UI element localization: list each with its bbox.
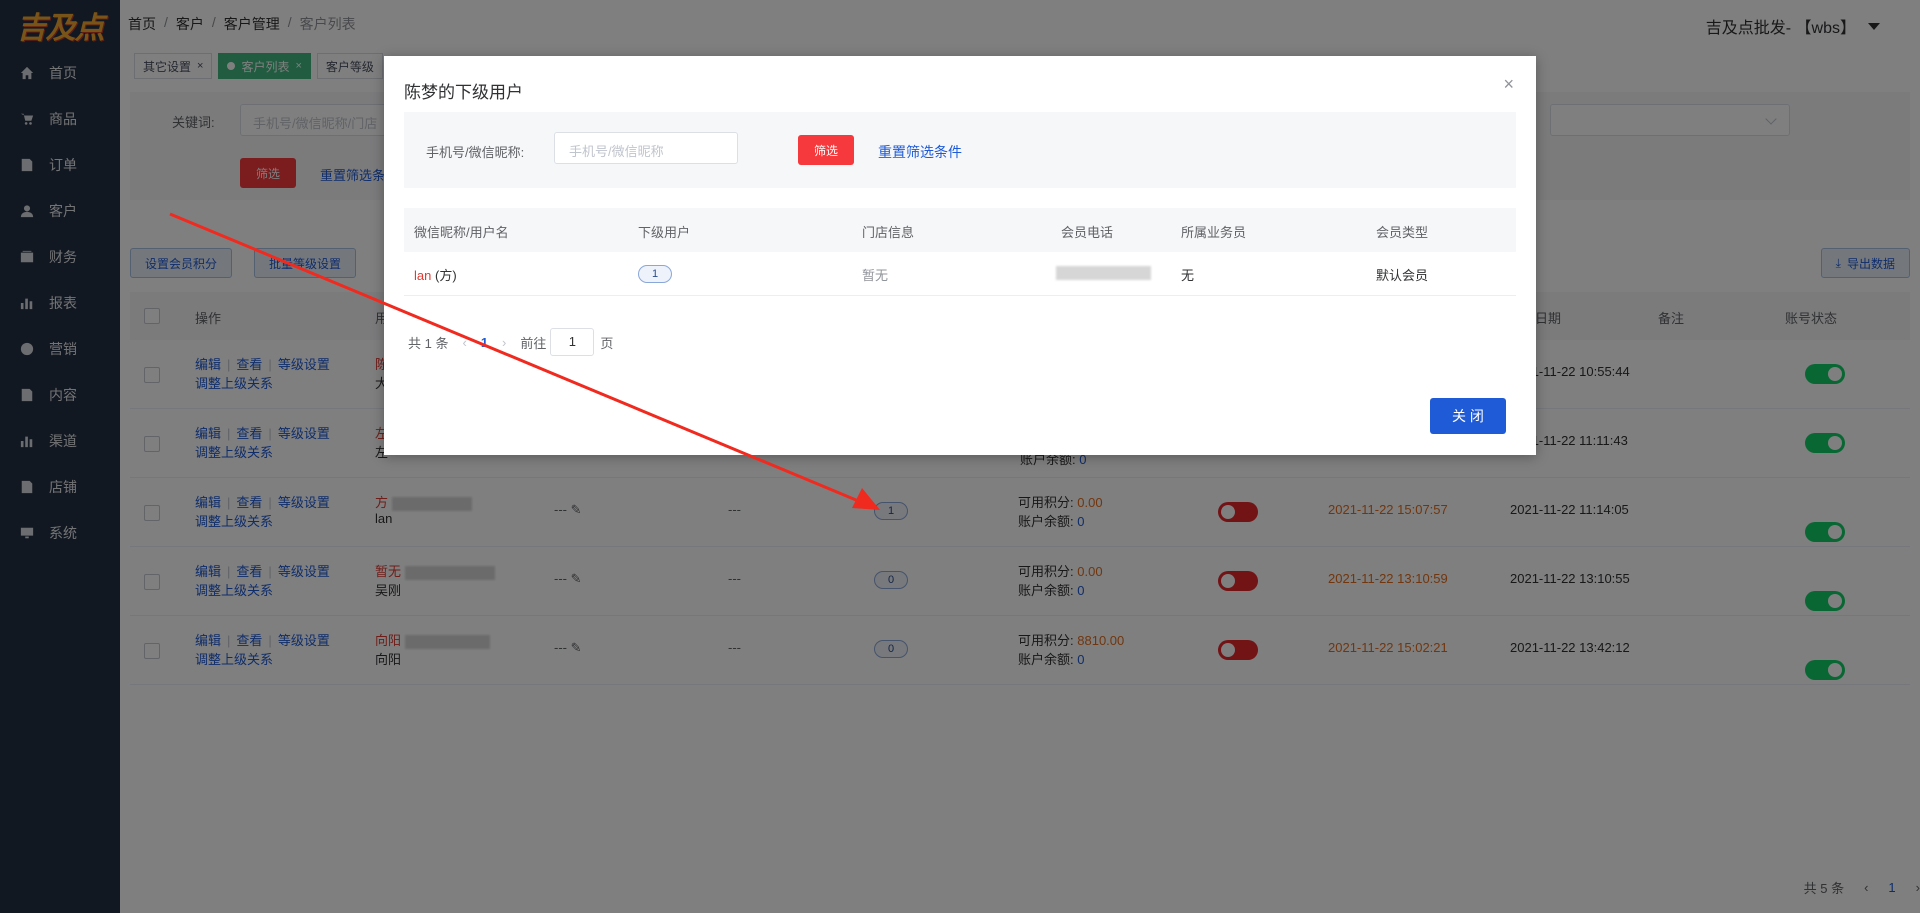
- dialog-close-button[interactable]: 关 闭: [1430, 398, 1506, 434]
- page-unit: 页: [600, 335, 614, 351]
- dialog-filter: 手机号/微信昵称: 手机号/微信昵称 筛选 重置筛选条件: [404, 112, 1516, 188]
- col-member-type: 会员类型: [1376, 225, 1429, 240]
- goto-label: 前往: [520, 335, 547, 351]
- dialog-total: 共 1 条: [408, 335, 449, 351]
- close-icon[interactable]: ×: [1503, 74, 1514, 95]
- col-store-info: 门店信息: [862, 225, 915, 240]
- sub-users-dialog: 陈梦的下级用户 × 手机号/微信昵称: 手机号/微信昵称 筛选 重置筛选条件 微…: [384, 56, 1536, 455]
- store-info-cell: 暂无: [862, 268, 889, 283]
- dialog-table-header: 微信昵称/用户名 下级用户 门店信息 会员电话 所属业务员 会员类型: [404, 208, 1516, 252]
- next-page-icon[interactable]: ›: [502, 335, 506, 350]
- redacted-phone: [1056, 266, 1151, 280]
- sub-user-count[interactable]: 1: [638, 265, 672, 283]
- col-sub-users: 下级用户: [638, 225, 691, 240]
- col-nickname: 微信昵称/用户名: [414, 225, 509, 240]
- member-type-cell: 默认会员: [1376, 268, 1429, 283]
- nickname-cell: lan (方): [414, 268, 457, 283]
- phone-nickname-input[interactable]: 手机号/微信昵称: [554, 132, 738, 164]
- col-salesman: 所属业务员: [1181, 225, 1247, 240]
- dialog-pagination: 共 1 条 ‹ 1 › 前往 1 页: [408, 328, 613, 356]
- dialog-page-number[interactable]: 1: [481, 335, 488, 350]
- col-member-phone: 会员电话: [1061, 225, 1114, 240]
- dialog-reset-link[interactable]: 重置筛选条件: [878, 142, 962, 162]
- page-jump-input[interactable]: 1: [550, 328, 595, 356]
- dialog-filter-button[interactable]: 筛选: [798, 135, 854, 165]
- salesman-cell: 无: [1181, 268, 1195, 283]
- phone-nickname-label: 手机号/微信昵称:: [426, 145, 525, 160]
- dialog-table-row: lan (方) 1 暂无 无 默认会员: [404, 252, 1516, 296]
- prev-page-icon[interactable]: ‹: [462, 335, 466, 350]
- dialog-title: 陈梦的下级用户: [404, 83, 523, 102]
